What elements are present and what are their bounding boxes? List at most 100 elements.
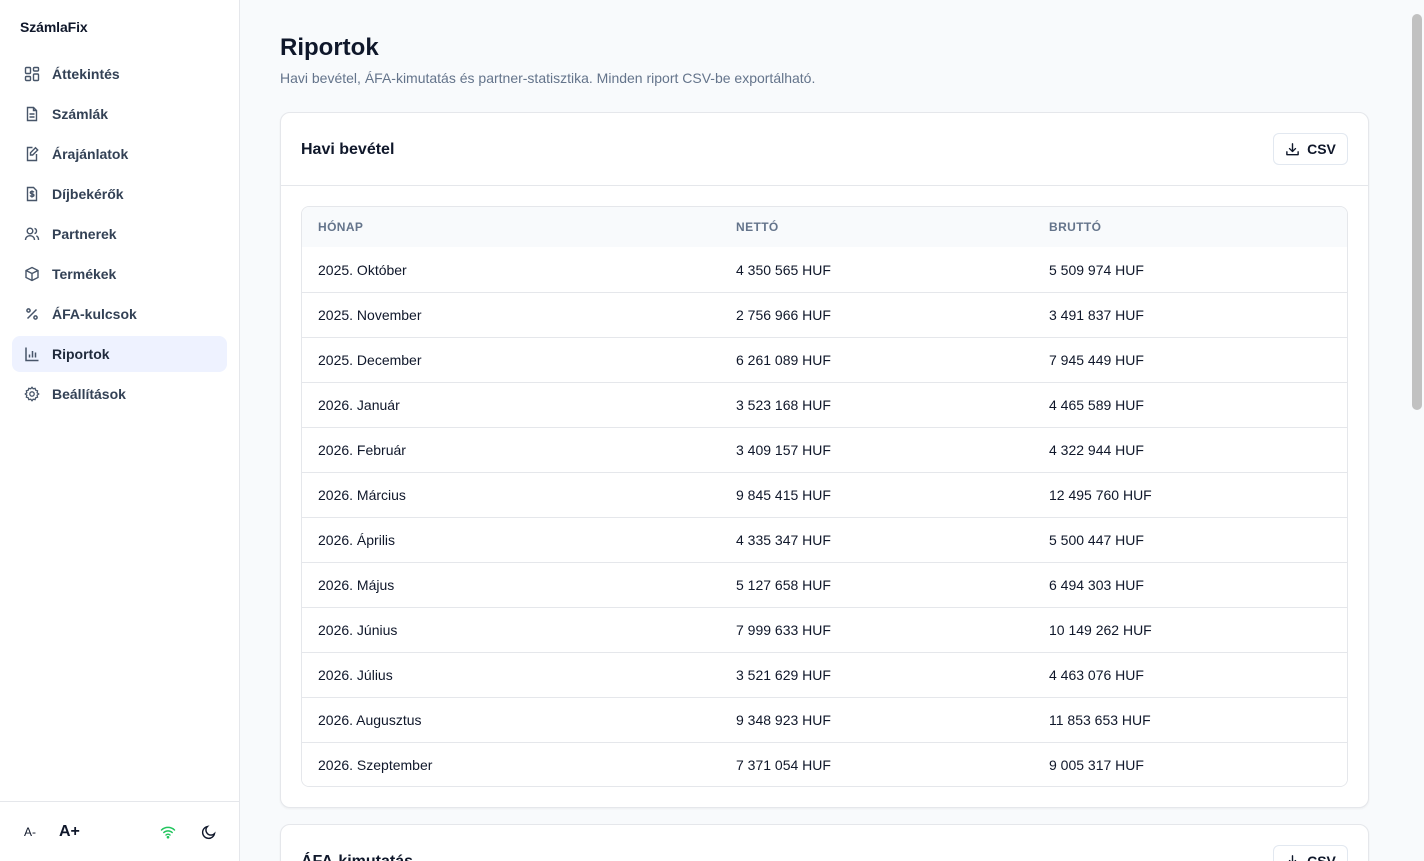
table-row: 2025. December 6 261 089 HUF 7 945 449 H… (302, 337, 1347, 382)
page-subtitle: Havi bevétel, ÁFA-kimutatás és partner-s… (280, 70, 816, 86)
table-row: 2026. Június 7 999 633 HUF 10 149 262 HU… (302, 607, 1347, 652)
dollar-receipt-icon (24, 186, 40, 202)
table-body: 2025. Október 4 350 565 HUF 5 509 974 HU… (302, 247, 1347, 786)
cell-gross: 5 509 974 HUF (1049, 261, 1144, 278)
cell-month: 2026. Augusztus (318, 712, 422, 728)
table-row: 2025. November 2 756 966 HUF 3 491 837 H… (302, 292, 1347, 337)
sidebar-item-label: Számlák (52, 106, 109, 122)
cell-net: 6 261 089 HUF (736, 352, 831, 368)
cell-month: 2025. November (318, 307, 422, 323)
table-row: 2026. Január 3 523 168 HUF 4 465 589 HUF (302, 382, 1347, 427)
sidebar-item-partnerek[interactable]: Partnerek (12, 216, 227, 252)
sidebar-item-attekintes[interactable]: Áttekintés (12, 56, 227, 92)
font-decrease-button[interactable]: A- (24, 802, 36, 861)
connection-status-icon (160, 802, 176, 861)
sidebar-item-label: Termékek (52, 266, 117, 282)
card-title: Havi bevétel (301, 141, 395, 158)
table-row: 2026. Augusztus 9 348 923 HUF 11 853 653… (302, 697, 1347, 742)
cell-gross: 9 005 317 HUF (1049, 757, 1144, 773)
sidebar-item-riportok[interactable]: Riportok (12, 336, 227, 372)
users-icon (24, 226, 40, 242)
table-row: 2026. Április 4 335 347 HUF 5 500 447 HU… (302, 517, 1347, 562)
download-icon (1286, 142, 1299, 155)
main-content: Riportok Havi bevétel, ÁFA-kimutatás és … (240, 0, 1410, 861)
cell-gross: 11 853 653 HUF (1049, 712, 1151, 728)
document-icon (24, 106, 40, 122)
sidebar-nav: Áttekintés Számlák Árajánlatok Díjbekérő… (12, 56, 227, 416)
sidebar-item-label: Riportok (52, 346, 110, 362)
cell-net: 9 845 415 HUF (736, 487, 831, 503)
table-row: 2026. Július 3 521 629 HUF 4 463 076 HUF (302, 652, 1347, 697)
cell-net: 4 335 347 HUF (736, 532, 831, 548)
dashboard-icon (24, 66, 40, 82)
cell-month: 2026. Július (318, 667, 393, 683)
cell-net: 3 409 157 HUF (736, 442, 831, 458)
sidebar-item-afa-kulcsok[interactable]: ÁFA-kulcsok (12, 296, 227, 332)
cell-net: 4 350 565 HUF (736, 261, 831, 278)
app-brand: SzámlaFix (20, 19, 88, 35)
sidebar-item-label: Partnerek (52, 226, 117, 242)
cell-gross: 3 491 837 HUF (1049, 307, 1144, 323)
export-csv-label: CSV (1307, 141, 1336, 157)
column-header-gross: BRUTTÓ (1049, 220, 1102, 234)
sidebar-item-arajanlatok[interactable]: Árajánlatok (12, 136, 227, 172)
sidebar-item-szamlak[interactable]: Számlák (12, 96, 227, 132)
cell-net: 5 127 658 HUF (736, 577, 831, 593)
sidebar-item-termekek[interactable]: Termékek (12, 256, 227, 292)
sidebar-item-dijbekerok[interactable]: Díjbekérők (12, 176, 227, 212)
card-header: Havi bevétel CSV (281, 113, 1368, 186)
export-csv-label: CSV (1307, 853, 1336, 861)
percent-icon (24, 306, 40, 322)
quote-edit-icon (24, 146, 40, 162)
export-csv-button[interactable]: CSV (1273, 133, 1348, 165)
cell-gross: 7 945 449 HUF (1049, 352, 1144, 368)
table-row: 2025. Október 4 350 565 HUF 5 509 974 HU… (302, 247, 1347, 292)
cell-month: 2026. Április (318, 532, 396, 548)
cell-net: 3 523 168 HUF (736, 397, 831, 413)
page-scrollbar[interactable] (1412, 14, 1422, 410)
cell-gross: 10 149 262 HUF (1049, 622, 1152, 638)
sidebar-item-label: Beállítások (52, 386, 126, 402)
cell-gross: 12 495 760 HUF (1049, 487, 1152, 503)
vat-report-card: ÁFA-kimutatás CSV (280, 824, 1369, 861)
table-row: 2026. Március 9 845 415 HUF 12 495 760 H… (302, 472, 1347, 517)
table-row: 2026. Február 3 409 157 HUF 4 322 944 HU… (302, 427, 1347, 472)
cell-month: 2026. Június (318, 622, 398, 638)
sidebar-footer: A- A+ (0, 801, 239, 861)
export-csv-button[interactable]: CSV (1273, 845, 1348, 861)
cell-month: 2025. Október (318, 261, 407, 278)
gear-icon (24, 386, 40, 402)
cell-net: 7 999 633 HUF (736, 622, 831, 638)
cell-month: 2025. December (318, 352, 422, 368)
sidebar-item-beallitasok[interactable]: Beállítások (12, 376, 227, 412)
sidebar: SzámlaFix Áttekintés Számlák Árajánlatok… (0, 0, 240, 861)
cell-gross: 5 500 447 HUF (1049, 532, 1144, 548)
cell-gross: 4 322 944 HUF (1049, 442, 1144, 458)
monthly-revenue-card: Havi bevétel CSV HÓNAP NETTÓ BRUTTÓ 2025… (280, 112, 1369, 808)
sidebar-item-label: Díjbekérők (52, 186, 124, 202)
table-row: 2026. Szeptember 7 371 054 HUF 9 005 317… (302, 742, 1347, 786)
sidebar-item-label: Árajánlatok (52, 146, 129, 162)
cell-gross: 4 465 589 HUF (1049, 397, 1144, 413)
cell-net: 3 521 629 HUF (736, 667, 831, 683)
download-icon (1288, 854, 1297, 861)
dark-mode-toggle[interactable] (201, 802, 217, 861)
column-header-net: NETTÓ (736, 220, 779, 234)
cell-net: 9 348 923 HUF (736, 712, 831, 728)
card-title: ÁFA-kimutatás (301, 853, 413, 861)
sidebar-item-label: ÁFA-kulcsok (52, 306, 137, 322)
cell-month: 2026. Február (318, 442, 406, 458)
cell-net: 7 371 054 HUF (736, 757, 831, 773)
sidebar-item-label: Áttekintés (52, 66, 120, 82)
moon-icon (201, 825, 216, 840)
column-header-month: HÓNAP (318, 220, 364, 234)
page-title: Riportok (280, 34, 379, 61)
bar-chart-icon (24, 346, 40, 362)
cell-net: 2 756 966 HUF (736, 307, 831, 323)
cell-gross: 4 463 076 HUF (1049, 667, 1144, 683)
revenue-table: HÓNAP NETTÓ BRUTTÓ 2025. Október 4 350 5… (301, 206, 1348, 787)
card-header: ÁFA-kimutatás CSV (281, 825, 1368, 861)
cell-month: 2026. Szeptember (318, 757, 433, 773)
box-icon (24, 266, 40, 282)
font-increase-button[interactable]: A+ (59, 802, 80, 861)
